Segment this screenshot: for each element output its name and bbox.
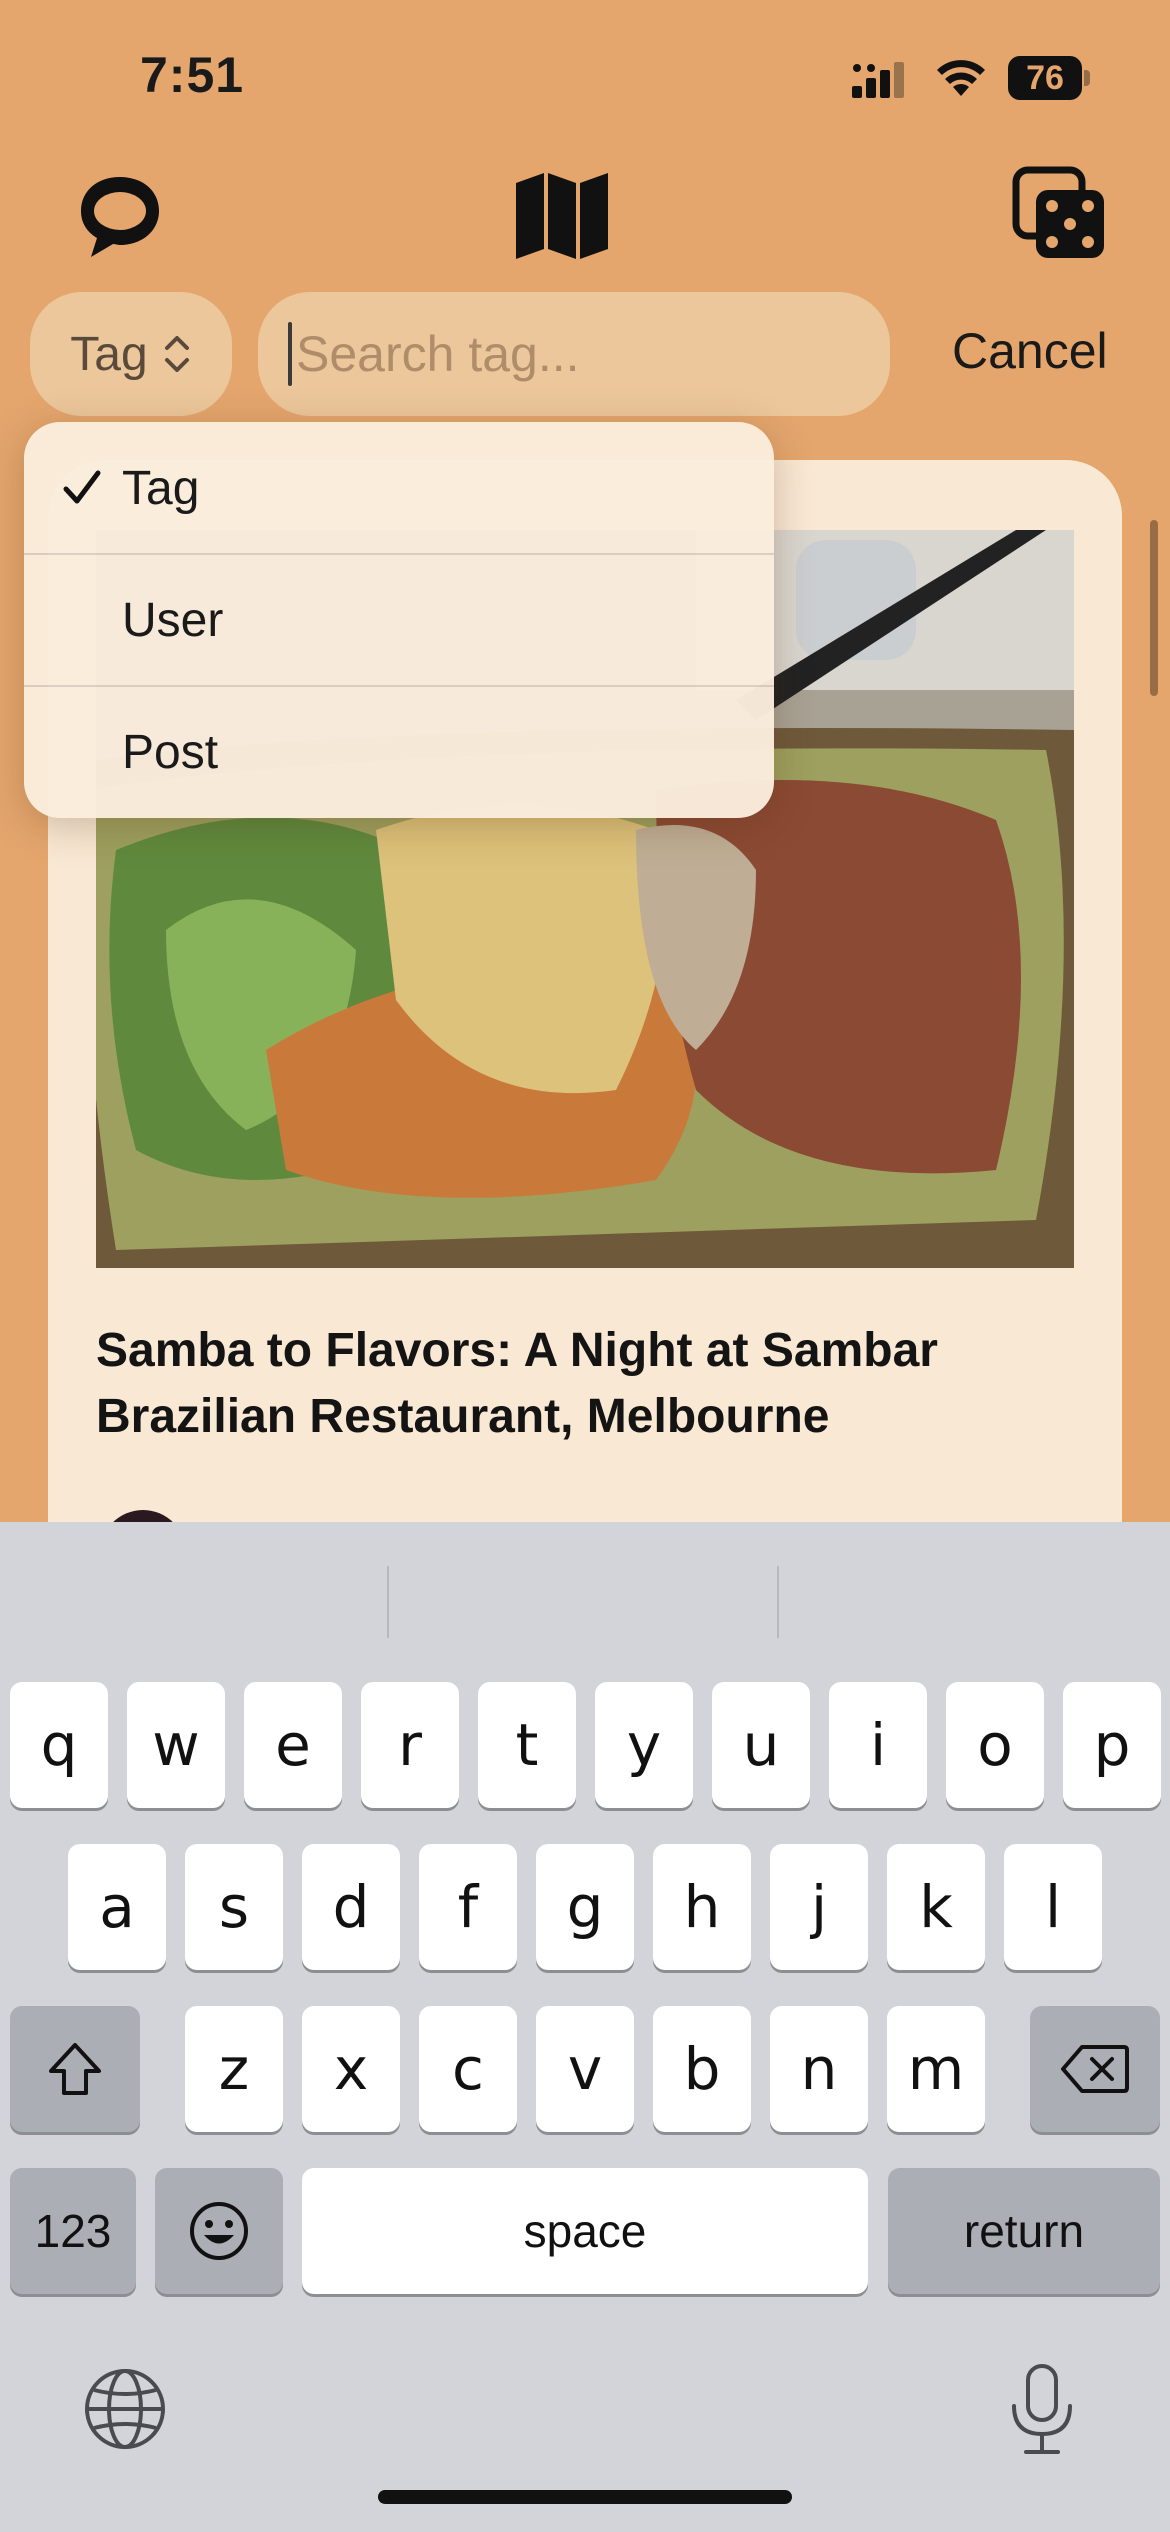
shift-key[interactable]: [10, 2006, 140, 2132]
return-key[interactable]: return: [888, 2168, 1160, 2294]
key-w[interactable]: w: [127, 1682, 225, 1808]
search-type-picker[interactable]: Tag: [30, 292, 232, 416]
key-e[interactable]: e: [244, 1682, 342, 1808]
suggestion-divider: [387, 1566, 389, 1638]
key-j[interactable]: j: [770, 1844, 868, 1970]
map-icon[interactable]: [512, 166, 612, 266]
microphone-icon[interactable]: [1000, 2362, 1084, 2463]
battery-icon: 76: [1008, 56, 1090, 100]
menu-item-label: Post: [122, 725, 219, 779]
key-u[interactable]: u: [712, 1682, 810, 1808]
key-p[interactable]: p: [1063, 1682, 1161, 1808]
dice-icon[interactable]: [1010, 164, 1110, 264]
scroll-indicator: [1150, 520, 1158, 696]
menu-item-tag[interactable]: Tag: [24, 422, 774, 554]
emoji-face-icon: [190, 2202, 248, 2260]
key-y[interactable]: y: [595, 1682, 693, 1808]
menu-item-user[interactable]: User: [24, 554, 774, 686]
key-d[interactable]: d: [302, 1844, 400, 1970]
checkmark-icon: [63, 470, 101, 504]
key-l[interactable]: l: [1004, 1844, 1102, 1970]
key-s[interactable]: s: [185, 1844, 283, 1970]
key-m[interactable]: m: [887, 2006, 985, 2132]
cancel-button[interactable]: Cancel: [952, 322, 1108, 380]
key-q[interactable]: q: [10, 1682, 108, 1808]
key-n[interactable]: n: [770, 2006, 868, 2132]
wifi-icon: [937, 60, 985, 96]
delete-key[interactable]: [1030, 2006, 1160, 2132]
menu-item-label: Tag: [122, 461, 200, 515]
cellular-signal-icon: [852, 62, 904, 98]
key-x[interactable]: x: [302, 2006, 400, 2132]
suggestion-divider: [777, 1566, 779, 1638]
menu-item-post[interactable]: Post: [24, 686, 774, 818]
menu-item-label: User: [122, 593, 224, 647]
text-caret: [288, 322, 292, 386]
key-f[interactable]: f: [419, 1844, 517, 1970]
chat-bubble-icon[interactable]: [70, 166, 170, 266]
battery-level: 76: [1008, 56, 1082, 100]
home-indicator: [378, 2490, 792, 2504]
backspace-icon: [1061, 2045, 1129, 2093]
numbers-key[interactable]: 123: [10, 2168, 136, 2294]
search-input[interactable]: Search tag...: [258, 292, 890, 416]
picker-value: Tag: [70, 327, 148, 381]
key-z[interactable]: z: [185, 2006, 283, 2132]
key-i[interactable]: i: [829, 1682, 927, 1808]
key-a[interactable]: a: [68, 1844, 166, 1970]
globe-icon[interactable]: [80, 2364, 170, 2459]
emoji-key[interactable]: [155, 2168, 283, 2294]
search-placeholder: Search tag...: [296, 326, 580, 382]
keyboard: q w e r t y u i o p a s d f g h j k l z …: [0, 1522, 1170, 2532]
key-t[interactable]: t: [478, 1682, 576, 1808]
key-r[interactable]: r: [361, 1682, 459, 1808]
key-h[interactable]: h: [653, 1844, 751, 1970]
key-g[interactable]: g: [536, 1844, 634, 1970]
status-time: 7:51: [140, 47, 245, 103]
key-b[interactable]: b: [653, 2006, 751, 2132]
key-o[interactable]: o: [946, 1682, 1044, 1808]
key-c[interactable]: c: [419, 2006, 517, 2132]
shift-arrow-icon: [49, 2043, 101, 2095]
post-title: Samba to Flavors: A Night at Sambar Braz…: [96, 1324, 938, 1443]
key-v[interactable]: v: [536, 2006, 634, 2132]
key-k[interactable]: k: [887, 1844, 985, 1970]
space-key[interactable]: space: [302, 2168, 868, 2294]
search-type-menu: Tag User Post: [24, 422, 774, 818]
chevron-up-down-icon: [164, 336, 189, 372]
